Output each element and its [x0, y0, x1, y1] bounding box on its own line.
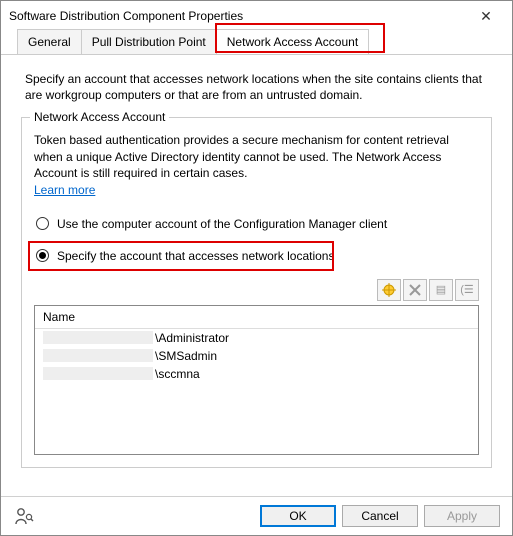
column-header-name[interactable]: Name [35, 306, 478, 329]
user-icon[interactable] [13, 505, 35, 527]
properties-icon: ▤ [436, 283, 446, 296]
list-item[interactable]: \Administrator [35, 329, 478, 347]
tab-pull-distribution-point[interactable]: Pull Distribution Point [81, 29, 217, 54]
account-name: \Administrator [155, 331, 229, 345]
apply-button: Apply [424, 505, 500, 527]
list-item[interactable]: \SMSadmin [35, 347, 478, 365]
new-account-button[interactable] [377, 279, 401, 301]
starburst-icon [382, 283, 396, 297]
list-item[interactable]: \sccmna [35, 365, 478, 383]
tab-content: Specify an account that accesses network… [1, 55, 512, 496]
account-toolbar: ▤ (☰ [34, 279, 479, 301]
dialog-window: Software Distribution Component Properti… [0, 0, 513, 536]
titlebar: Software Distribution Component Properti… [1, 1, 512, 29]
tab-strip: General Pull Distribution Point Network … [1, 29, 512, 55]
properties-button[interactable]: ▤ [429, 279, 453, 301]
cancel-button[interactable]: Cancel [342, 505, 418, 527]
radio-label: Use the computer account of the Configur… [57, 217, 387, 231]
radio-specify-account[interactable]: Specify the account that accesses networ… [34, 243, 479, 269]
tab-network-access-account[interactable]: Network Access Account [216, 29, 369, 54]
x-icon [409, 284, 421, 296]
page-description: Specify an account that accesses network… [25, 71, 488, 103]
radio-icon [36, 217, 49, 230]
group-title: Network Access Account [30, 110, 169, 124]
account-name: \SMSadmin [155, 349, 217, 363]
verify-icon: (☰ [460, 283, 474, 296]
accounts-list[interactable]: Name \Administrator \SMSadmin \sccmna [34, 305, 479, 455]
redacted-domain [43, 367, 153, 380]
radio-label: Specify the account that accesses networ… [57, 249, 334, 263]
radio-use-computer-account[interactable]: Use the computer account of the Configur… [34, 211, 479, 237]
redacted-domain [43, 331, 153, 344]
learn-more-link[interactable]: Learn more [34, 183, 95, 197]
dialog-footer: OK Cancel Apply [1, 496, 512, 535]
close-icon[interactable]: ✕ [468, 8, 504, 25]
group-description: Token based authentication provides a se… [34, 132, 479, 181]
window-title: Software Distribution Component Properti… [9, 9, 468, 23]
radio-icon [36, 249, 49, 262]
group-network-access-account: Network Access Account Token based authe… [21, 117, 492, 468]
ok-button[interactable]: OK [260, 505, 336, 527]
tab-general[interactable]: General [17, 29, 82, 54]
delete-account-button[interactable] [403, 279, 427, 301]
account-name: \sccmna [155, 367, 200, 381]
verify-button[interactable]: (☰ [455, 279, 479, 301]
redacted-domain [43, 349, 153, 362]
